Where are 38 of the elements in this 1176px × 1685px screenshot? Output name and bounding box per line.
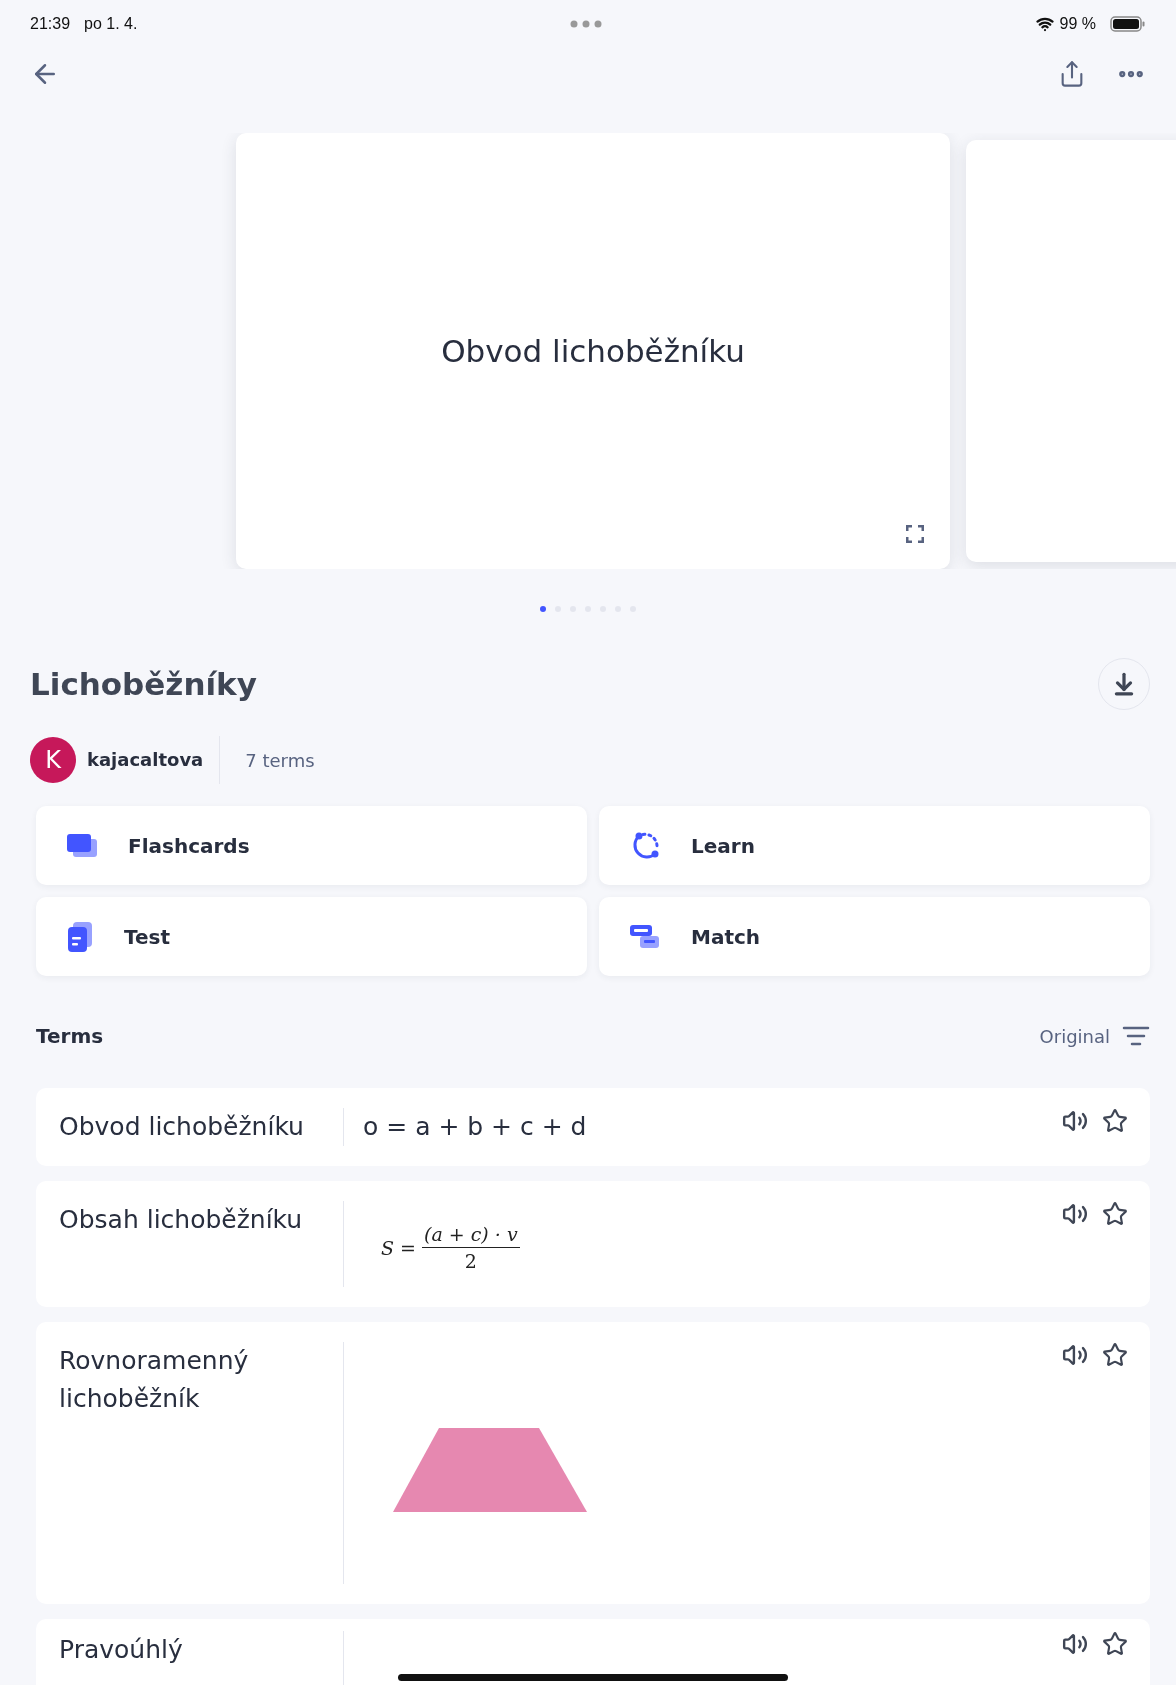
battery-percent: 99 % — [1059, 15, 1096, 33]
document-icon — [66, 920, 94, 953]
study-mode-button[interactable]: Flashcards — [36, 806, 587, 885]
study-mode-button[interactable]: Match — [599, 897, 1150, 976]
term-text: Rovnoramenný lichoběžník — [59, 1345, 250, 1415]
term-definition: o = a + b + c + d — [363, 1111, 587, 1143]
sort-button[interactable]: Original — [1039, 1025, 1150, 1047]
term-text: Obvod lichoběžníku — [59, 1111, 305, 1143]
multitask-dots-icon[interactable] — [570, 20, 603, 28]
page-dot[interactable] — [540, 606, 546, 612]
set-title: Lichoběžníky — [30, 666, 258, 702]
filter-icon — [1122, 1025, 1150, 1047]
match-icon — [629, 922, 661, 951]
terms-heading: Terms — [36, 1024, 105, 1048]
term-text: Obsah lichoběžníku — [59, 1204, 304, 1236]
study-mode-button[interactable]: Test — [36, 897, 587, 976]
flashcard[interactable]: Obvod lichoběžníku — [236, 133, 950, 569]
download-button[interactable] — [1098, 658, 1150, 710]
speaker-icon[interactable] — [1062, 1342, 1088, 1368]
speaker-icon[interactable] — [1062, 1631, 1088, 1657]
card-text: Obvod lichoběžníku — [441, 333, 745, 369]
battery-icon — [1110, 16, 1146, 32]
wifi-icon — [1035, 15, 1054, 33]
term-text: Pravoúhlý — [59, 1634, 184, 1666]
status-time: 21:39 — [30, 15, 71, 33]
star-icon[interactable] — [1102, 1201, 1128, 1227]
speaker-icon[interactable] — [1062, 1108, 1088, 1134]
expand-icon[interactable] — [906, 525, 924, 543]
star-icon[interactable] — [1102, 1108, 1128, 1134]
term-count: 7 terms — [245, 749, 315, 771]
star-icon[interactable] — [1102, 1631, 1128, 1657]
cards-icon — [66, 831, 98, 860]
avatar[interactable]: K — [30, 737, 76, 783]
star-icon[interactable] — [1102, 1342, 1128, 1368]
study-mode-button[interactable]: Learn — [599, 806, 1150, 885]
status-date: po 1. 4. — [84, 15, 138, 33]
speaker-icon[interactable] — [1062, 1201, 1088, 1227]
author-name[interactable]: kajacaltova — [87, 736, 221, 784]
